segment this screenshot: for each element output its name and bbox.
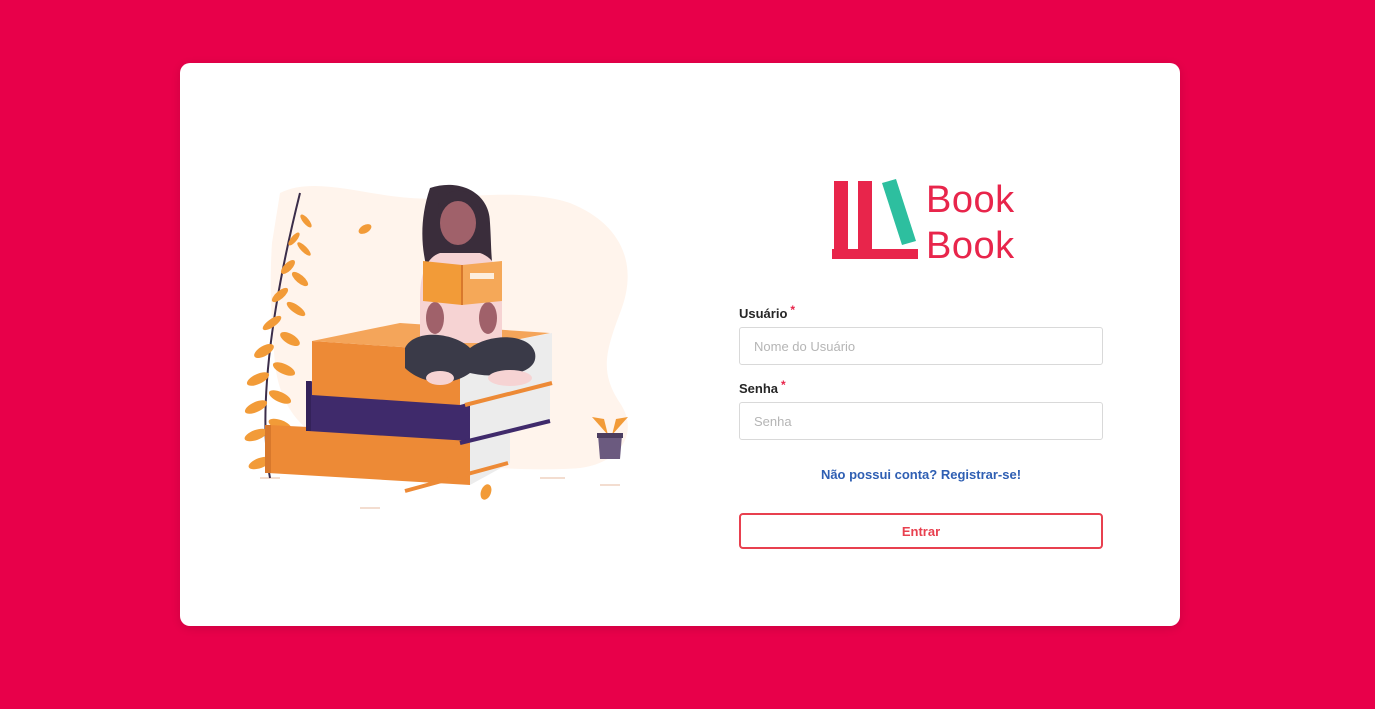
leaf — [480, 484, 492, 500]
bookshelf-logo-icon — [832, 179, 918, 259]
password-input[interactable] — [739, 402, 1103, 440]
username-label-text: Usuário — [739, 306, 788, 321]
brand-logo: Book Book — [832, 179, 1022, 267]
username-group: Usuário * — [739, 303, 1103, 365]
brand-name-line2: Book — [926, 225, 1015, 267]
password-label: Senha * — [739, 378, 1103, 402]
username-input[interactable] — [739, 327, 1103, 365]
login-form: Usuário* Senha* Não possui conta? Regist… — [739, 303, 1103, 549]
login-button[interactable]: Entrar — [739, 513, 1103, 549]
required-mark: * — [781, 378, 786, 392]
password-group: Senha * — [739, 378, 1103, 440]
username-label: Usuário * — [739, 303, 1103, 327]
password-label-text: Senha — [739, 381, 779, 396]
reading-illustration — [244, 184, 628, 509]
brand-name-line1: Book — [926, 179, 1015, 221]
login-card: Book Book Usuário* Senha* Não possui con… — [180, 63, 1180, 626]
register-link[interactable]: Não possui conta? Registrar-se! — [739, 467, 1103, 483]
required-mark: * — [790, 303, 796, 317]
